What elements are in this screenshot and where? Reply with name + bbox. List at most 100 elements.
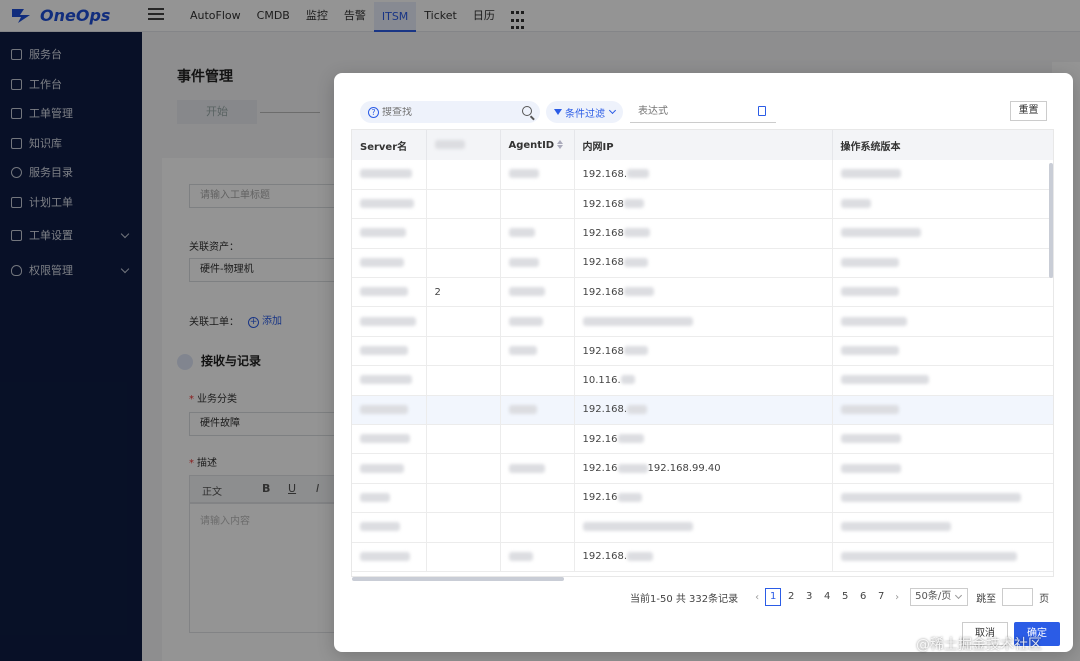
cell-server-name	[352, 336, 427, 367]
cell-blurred	[426, 248, 501, 279]
redacted-block	[508, 463, 545, 473]
redacted-block	[360, 522, 400, 532]
redacted-block	[360, 257, 404, 267]
col-os-version[interactable]: 操作系统版本	[832, 130, 1053, 160]
reset-button[interactable]: 重置	[1010, 101, 1047, 121]
redacted-block	[623, 199, 644, 209]
ip-text: 192.16	[582, 492, 618, 504]
table-row[interactable]: 192.168.	[352, 542, 1053, 572]
redacted-block	[623, 346, 648, 356]
cell-blurred	[426, 453, 501, 484]
cell-ip	[574, 306, 833, 337]
cell-agent-id	[500, 189, 575, 220]
cell-blurred	[426, 336, 501, 367]
cell-os-version	[832, 483, 1053, 514]
cell-server-name	[352, 424, 427, 455]
table-row[interactable]	[352, 306, 1053, 337]
table-row[interactable]: 192.16	[352, 483, 1053, 514]
col-internal-ip[interactable]: 内网IP	[574, 130, 833, 160]
cell-blurred	[426, 395, 501, 426]
page-2[interactable]: 2	[783, 588, 799, 606]
redacted-block	[508, 316, 543, 326]
horizontal-scrollbar[interactable]	[352, 577, 564, 581]
prev-page-icon[interactable]: ‹	[755, 592, 759, 603]
redacted-block	[360, 492, 390, 502]
redacted-block	[840, 169, 901, 179]
redacted-block	[360, 375, 412, 385]
cell-os-version	[832, 395, 1053, 426]
col-blurred[interactable]	[426, 130, 501, 160]
ip-text: 192.168	[582, 257, 624, 269]
cell-server-name	[352, 218, 427, 249]
search-icon[interactable]	[522, 106, 532, 116]
cell-os-version	[832, 160, 1053, 190]
ip-text: 192.168.	[582, 404, 628, 416]
redacted-block	[840, 434, 901, 444]
cell-os-version	[832, 542, 1053, 572]
sort-icon[interactable]	[557, 140, 564, 149]
cell-server-name	[352, 512, 427, 543]
page-4[interactable]: 4	[819, 588, 835, 606]
cell-ip: 192.168	[574, 336, 833, 367]
redacted-block	[840, 522, 951, 532]
copy-icon[interactable]	[758, 106, 766, 116]
cell-ip: 192.168.	[574, 395, 833, 426]
cell-ip: 192.168.	[574, 160, 833, 190]
cell-blurred	[426, 189, 501, 220]
cell-ip: 192.168	[574, 248, 833, 279]
ip-text: 10.116.	[582, 374, 621, 386]
agent-id-label: AgentID	[508, 139, 555, 151]
page-5[interactable]: 5	[837, 588, 853, 606]
table-row[interactable]: 192.168	[352, 218, 1053, 249]
cell-ip: 192.168	[574, 189, 833, 220]
table-row[interactable]: 192.16	[352, 424, 1053, 455]
cell-server-name	[352, 542, 427, 572]
page-1[interactable]: 1	[765, 588, 782, 606]
redacted-block	[840, 463, 901, 473]
table-row[interactable]: 192.168	[352, 336, 1053, 367]
expression-input[interactable]	[630, 101, 776, 123]
cell-server-name	[352, 395, 427, 426]
search-box[interactable]: ?	[360, 101, 540, 123]
table-row[interactable]: 192.168.	[352, 160, 1053, 190]
vertical-scrollbar[interactable]	[1049, 163, 1053, 278]
table-row[interactable]: 192.16 192.168.99.40	[352, 453, 1053, 484]
page-size-select[interactable]: 50条/页	[910, 588, 969, 606]
next-page-icon[interactable]: ›	[895, 592, 899, 603]
blurred-header	[434, 140, 465, 149]
redacted-block	[360, 551, 410, 561]
table-row[interactable]: 192.168.	[352, 395, 1053, 426]
cell-server-name	[352, 365, 427, 396]
search-input[interactable]	[382, 106, 512, 118]
cell-blurred	[426, 424, 501, 455]
cell-os-version	[832, 277, 1053, 308]
ip-text: 192.16	[582, 463, 618, 475]
cell-blurred	[426, 365, 501, 396]
cell-os-version	[832, 189, 1053, 220]
cell-agent-id	[500, 336, 575, 367]
table-row[interactable]: 2 192.168	[352, 277, 1053, 308]
pagination: 当前1-50 共 332条记录 ‹ 1 2 3 4 5 6 7 › 50条/页 …	[630, 587, 1049, 607]
page-7[interactable]: 7	[873, 588, 889, 606]
filter-icon	[554, 109, 562, 115]
cell-agent-id	[500, 365, 575, 396]
cell-ip: 192.16	[574, 483, 833, 514]
cell-os-version	[832, 248, 1053, 279]
cell-blurred	[426, 512, 501, 543]
table-row[interactable]: 192.168	[352, 248, 1053, 279]
redacted-block	[360, 287, 408, 297]
jump-input[interactable]	[1002, 588, 1034, 606]
cell-agent-id	[500, 512, 575, 543]
redacted-block	[508, 551, 533, 561]
cell-text: 2	[434, 286, 441, 298]
redacted-block	[360, 169, 412, 179]
col-server-name[interactable]: Server名	[352, 130, 427, 160]
table-row[interactable]	[352, 512, 1053, 543]
table-row[interactable]: 10.116.	[352, 365, 1053, 396]
page-6[interactable]: 6	[855, 588, 871, 606]
filter-button[interactable]: 条件过滤	[546, 101, 623, 123]
table-row[interactable]: 192.168	[352, 189, 1053, 220]
page-3[interactable]: 3	[801, 588, 817, 606]
redacted-block	[360, 199, 414, 209]
col-agent-id[interactable]: AgentID	[500, 130, 575, 160]
